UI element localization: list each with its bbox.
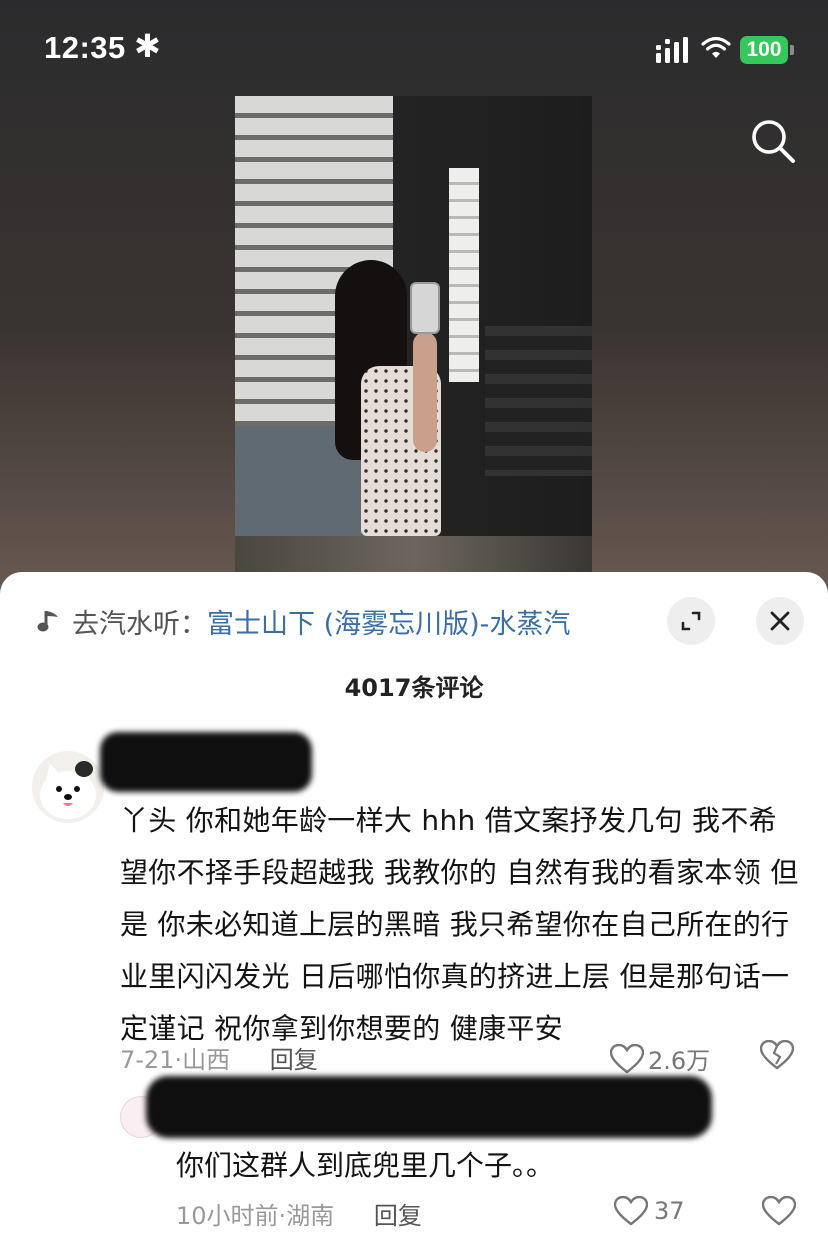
meta-separator: · xyxy=(174,1046,183,1074)
comment-date: 7-21 xyxy=(120,1046,175,1074)
person-arm xyxy=(413,332,437,452)
heart-icon xyxy=(610,1043,644,1074)
reply-time: 10小时前 xyxy=(176,1202,279,1230)
video-background: 12:35 ✱ 100 xyxy=(0,0,828,600)
status-time: 12:35 xyxy=(44,30,126,65)
close-icon xyxy=(770,611,790,631)
reply-like-count: 37 xyxy=(654,1197,685,1225)
expand-button[interactable] xyxy=(667,597,715,645)
redacted-reply-username xyxy=(146,1076,712,1138)
signal-icon xyxy=(656,37,688,63)
expand-icon xyxy=(681,611,701,631)
dog-avatar-image xyxy=(32,751,104,823)
battery-tip xyxy=(790,45,794,55)
heart-icon xyxy=(614,1196,648,1226)
broken-heart-icon[interactable] xyxy=(762,1196,796,1226)
music-title[interactable]: 富士山下 (海雾忘川版)-水蒸汽 xyxy=(207,602,570,641)
comment-meta: 7-21·山西 回复 xyxy=(120,1040,318,1075)
broken-heart-icon[interactable] xyxy=(760,1040,794,1070)
marble-counter xyxy=(235,536,592,576)
person-phone xyxy=(410,282,440,334)
blind-reflection xyxy=(485,326,592,476)
reply-reply-button[interactable]: 回复 xyxy=(374,1202,422,1230)
redacted-username xyxy=(100,732,312,792)
status-indicator-icon: ✱ xyxy=(134,27,161,65)
search-icon[interactable] xyxy=(748,116,798,166)
music-note-icon xyxy=(37,611,58,632)
wifi-icon xyxy=(701,36,731,58)
reply-like-button[interactable]: 37 xyxy=(614,1196,685,1226)
light-strip xyxy=(449,168,479,382)
music-link[interactable]: 去汽水听： 富士山下 (海雾忘川版)-水蒸汽 xyxy=(36,601,570,641)
close-button[interactable] xyxy=(756,597,804,645)
reply-meta: 10小时前·湖南 回复 xyxy=(176,1196,422,1231)
post-photo[interactable] xyxy=(235,96,592,576)
like-count: 2.6万 xyxy=(648,1047,711,1075)
music-prefix: 去汽水听： xyxy=(72,608,207,640)
reply-location: 湖南 xyxy=(286,1202,335,1230)
comment-count: 4017条评论 xyxy=(344,674,484,702)
comment-text: 丫头 你和她年龄一样大 hhh 借文案抒发几句 我不希望你不择手段超越我 我教你… xyxy=(120,804,799,1045)
reply-button[interactable]: 回复 xyxy=(270,1046,318,1074)
status-bar: 12:35 ✱ 100 xyxy=(0,0,828,100)
reply-text: 你们这群人到底兜里几个子。。 xyxy=(176,1149,555,1182)
battery-icon: 100 xyxy=(740,36,788,64)
like-button[interactable]: 2.6万 xyxy=(610,1041,710,1076)
avatar[interactable] xyxy=(32,751,104,823)
comment-location: 山西 xyxy=(182,1046,231,1074)
